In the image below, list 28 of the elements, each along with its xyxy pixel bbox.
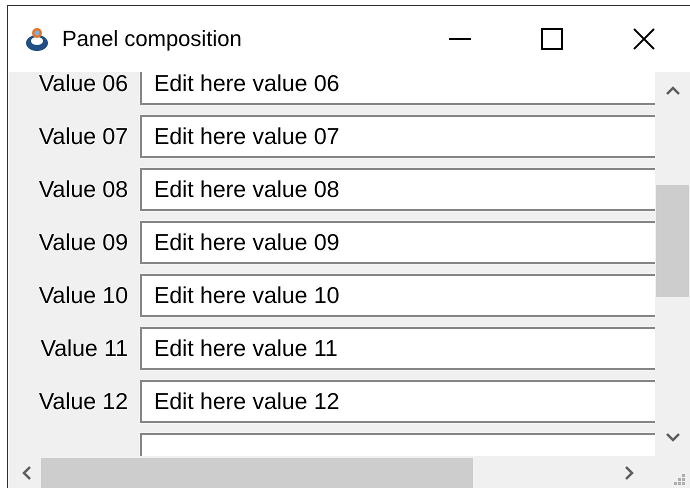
input-field[interactable]: Edit here value 11 [140, 327, 655, 370]
close-icon [633, 28, 655, 50]
horizontal-scrollbar[interactable] [8, 456, 690, 488]
input-field[interactable]: Edit here value 09 [140, 221, 655, 264]
chevron-down-icon[interactable] [666, 433, 680, 442]
field-label: Value 09 [38, 229, 128, 256]
vertical-scrollbar[interactable] [655, 72, 690, 456]
field-label: Value 06 [38, 72, 128, 97]
scrollbar-thumb[interactable] [656, 185, 689, 297]
field-label: Value 07 [38, 123, 128, 150]
input-field[interactable]: Edit here value 07 [140, 115, 655, 158]
chevron-up-icon[interactable] [666, 86, 680, 95]
resize-grip-icon[interactable] [674, 474, 686, 486]
app-icon [24, 26, 50, 52]
window-title: Panel composition [62, 26, 243, 52]
field-label: Value 08 [38, 176, 128, 203]
input-field[interactable]: Edit here value 10 [140, 274, 655, 317]
maximize-icon [541, 28, 563, 50]
field-label: Value 10 [38, 282, 128, 309]
field-label: Value 11 [40, 335, 128, 362]
minimize-icon [449, 38, 471, 40]
input-field[interactable]: Edit here value 08 [140, 168, 655, 211]
field-label: Value 12 [38, 388, 128, 415]
input-field[interactable]: Edit here value 06 [140, 72, 655, 105]
chevron-left-icon[interactable] [22, 466, 31, 480]
scrollbar-thumb[interactable] [41, 458, 473, 488]
input-field[interactable]: Edit here value 12 [140, 380, 655, 423]
chevron-right-icon[interactable] [625, 466, 634, 480]
